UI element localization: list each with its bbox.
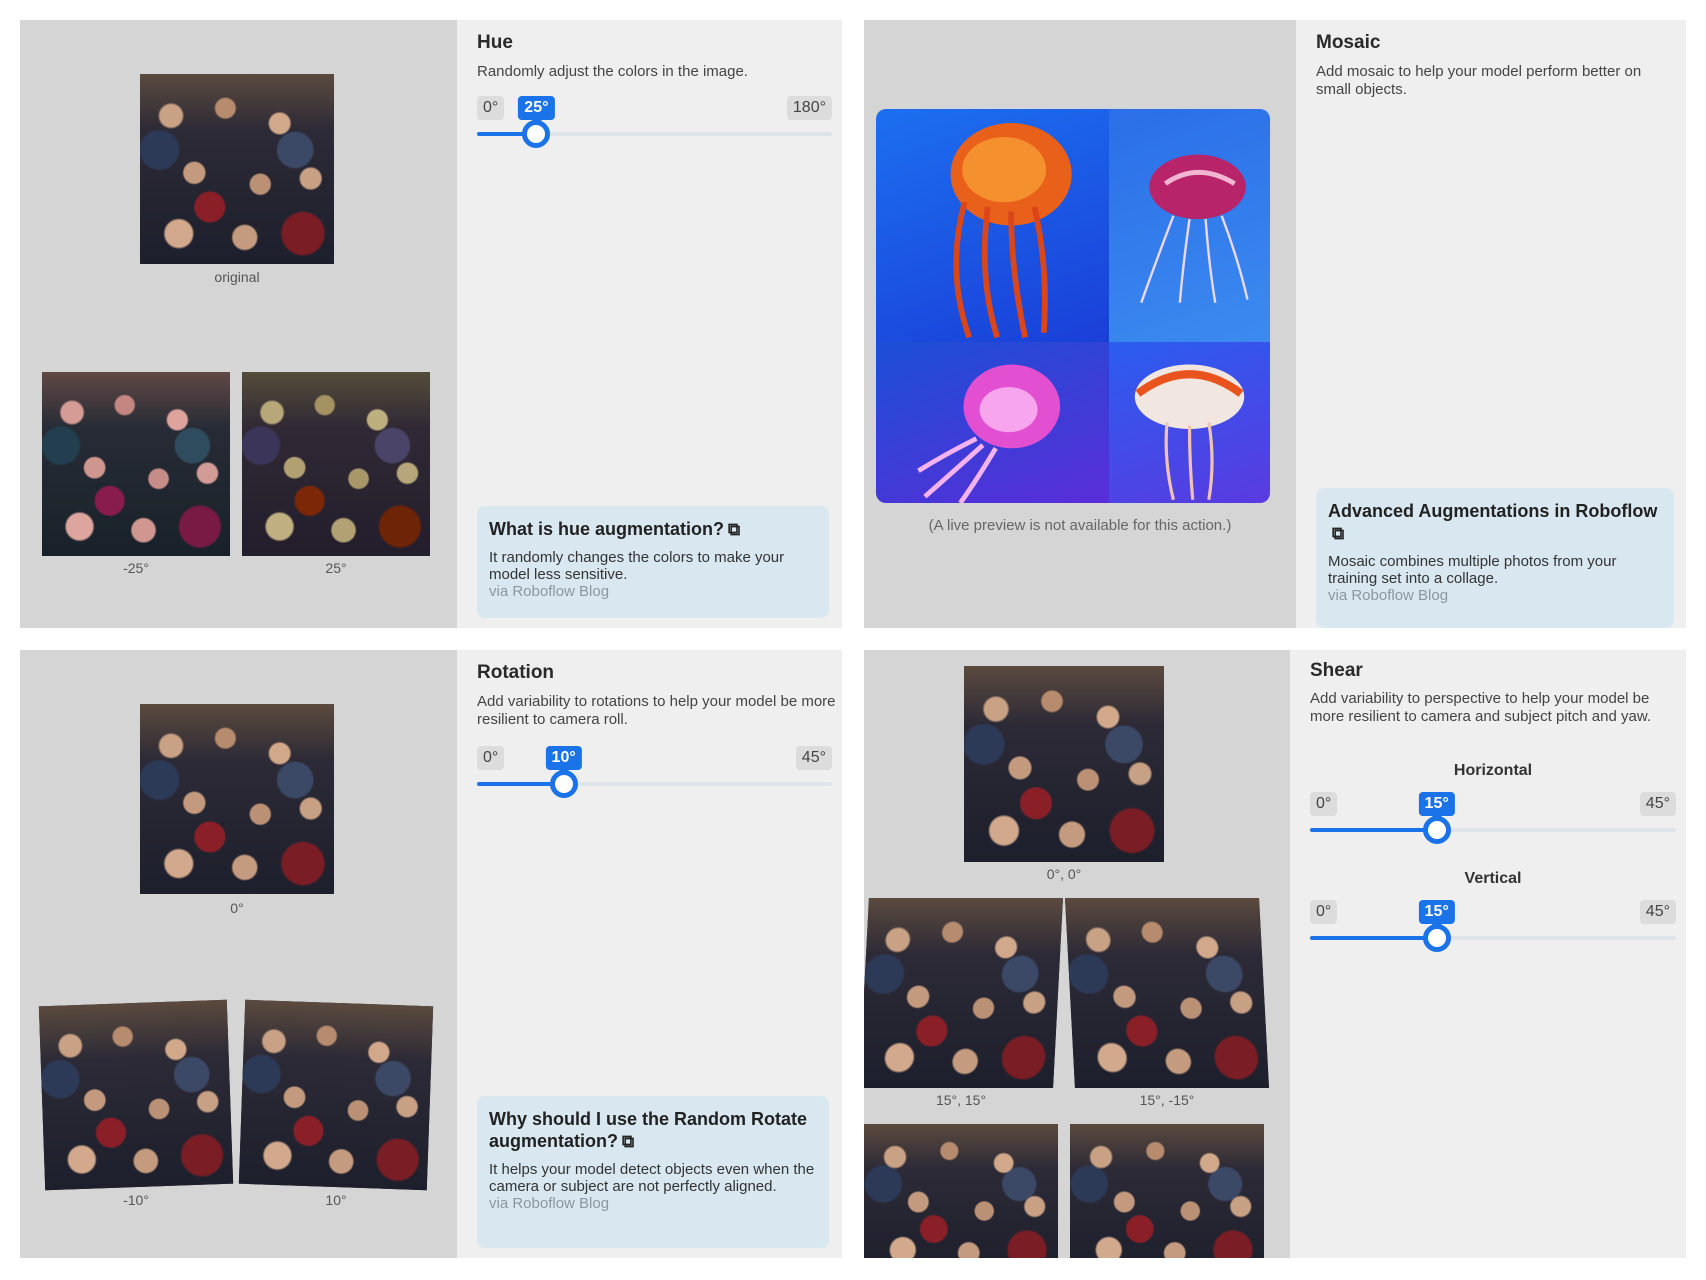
mosaic-tile-pink-jellyfish [1109,109,1270,342]
mosaic-image [876,109,1270,503]
card-title[interactable]: Why should I use the Random Rotate augme… [489,1109,807,1151]
sample-image-4 [1070,1124,1264,1258]
mosaic-panel: (A live preview is not available for thi… [864,20,1686,628]
sample-caption-1: 15°, 15° [935,1092,987,1108]
vertical-label: Vertical [1464,870,1522,887]
sample-image-positive [242,372,430,556]
card-text: Mosaic combines multiple photos from you… [1328,553,1617,587]
card-title[interactable]: Advanced Augmentations in Roboflow [1328,501,1657,521]
slider-value-badge: 25° [518,96,555,125]
hue-panel: original -25° 25° Hue Randomly adjust th… [20,20,842,628]
slider-handle[interactable] [522,120,551,148]
rotation-preview: 0° -10° 10° [20,650,457,1258]
card-link[interactable]: Why should I use the Random Rotate augme… [489,1108,817,1153]
hue-description: Randomly adjust the colors in the image. [477,63,748,80]
mosaic-settings: Mosaic Add mosaic to help your model per… [1296,20,1686,628]
slider-fill [1310,828,1437,832]
slider-min-label: 0° [477,746,505,770]
external-link-icon[interactable]: ⧉ [1332,523,1344,545]
rotation-title: Rotation [477,662,555,683]
sample-image-negative [42,372,230,556]
external-link-icon[interactable]: ⧉ [728,519,740,541]
mosaic-tile-magenta-jellyfish [876,342,1109,503]
mosaic-preview: (A live preview is not available for thi… [864,20,1296,628]
card-text: It helps your model detect objects even … [489,1161,815,1195]
card-source: via Roboflow Blog [1328,587,1449,604]
rotation-description: Add variability to rotations to help you… [477,693,836,728]
sample-caption-positive: 10° [325,1192,347,1208]
original-image [964,666,1164,862]
original-caption: original [214,269,260,285]
slider-handle[interactable] [1422,816,1451,844]
mosaic-description: Add mosaic to help your model perform be… [1316,63,1642,98]
original-image [140,74,334,264]
hue-preview: original -25° 25° [20,20,457,628]
sample-caption-positive: 25° [325,560,347,576]
slider-value-badge: 10° [545,746,582,775]
slider-max-label: 45° [1639,900,1676,924]
hue-settings: Hue Randomly adjust the colors in the im… [457,20,842,628]
shear-title: Shear [1310,660,1363,681]
hue-info-card[interactable]: What is hue augmentation? ⧉ It randomly c… [477,506,829,618]
slider-max-label: 180° [786,96,832,120]
shear-settings: Shear Add variability to perspective to … [1290,650,1686,1258]
slider-value-badge: 15° [1418,900,1455,929]
shear-preview: 0°, 0° 15°, 15° 15°, -15° [864,650,1290,1258]
horizontal-label: Horizontal [1453,762,1533,779]
preview-unavailable-note: (A live preview is not available for thi… [928,517,1232,534]
slider-value-badge: 15° [1418,792,1455,821]
original-caption: 0° [230,900,244,916]
card-source: via Roboflow Blog [489,1195,610,1212]
sample-image-1 [864,898,1063,1088]
hue-title: Hue [477,32,513,53]
sample-image-3 [864,1124,1058,1258]
shear-panel: 0°, 0° 15°, 15° 15°, -15° Shear Add vari… [864,650,1686,1258]
original-image [140,704,334,894]
external-link-icon[interactable]: ⧉ [622,1131,634,1153]
slider-handle[interactable] [1422,924,1451,952]
rotation-info-card[interactable]: Why should I use the Random Rotate augme… [477,1096,829,1248]
slider-max-label: 45° [1639,792,1676,816]
slider-fill [1310,936,1437,940]
hue-slider[interactable]: 0° 180° 25° [477,96,832,176]
card-link[interactable]: What is hue augmentation? ⧉ [489,518,817,541]
card-text: It randomly changes the colors to make y… [489,549,785,583]
original-caption: 0°, 0° [1046,866,1082,882]
sample-caption-2: 15°, -15° [1139,1092,1195,1108]
mosaic-info-card[interactable]: Advanced Augmentations in Roboflow⧉ Mosa… [1316,488,1674,628]
mosaic-tile-sunrise-jellyfish [1109,342,1270,503]
slider-min-label: 0° [1310,900,1338,924]
sample-caption-negative: -10° [123,1192,149,1208]
mosaic-tile-orange-jellyfish [876,109,1109,342]
sample-image-2 [1065,898,1269,1088]
sample-image-positive [238,999,434,1191]
mosaic-title: Mosaic [1316,32,1381,53]
slider-min-label: 0° [477,96,505,120]
slider-handle[interactable] [549,770,578,798]
shear-description: Add variability to perspective to help y… [1310,690,1652,725]
slider-max-label: 45° [795,746,832,770]
sample-image-negative [38,999,234,1191]
sample-caption-negative: -25° [123,560,149,576]
card-link[interactable]: Advanced Augmentations in Roboflow⧉ [1328,500,1662,545]
rotation-panel: 0° -10° 10° Rotation Add variability to … [20,650,842,1258]
card-source: via Roboflow Blog [489,583,610,600]
rotation-slider[interactable]: 0° 45° 10° [477,746,832,826]
horizontal-slider[interactable]: 0° 45° 15° [1310,792,1676,872]
rotation-settings: Rotation Add variability to rotations to… [457,650,842,1258]
card-title[interactable]: What is hue augmentation? [489,519,724,539]
vertical-slider[interactable]: 0° 45° 15° [1310,900,1676,980]
slider-min-label: 0° [1310,792,1338,816]
